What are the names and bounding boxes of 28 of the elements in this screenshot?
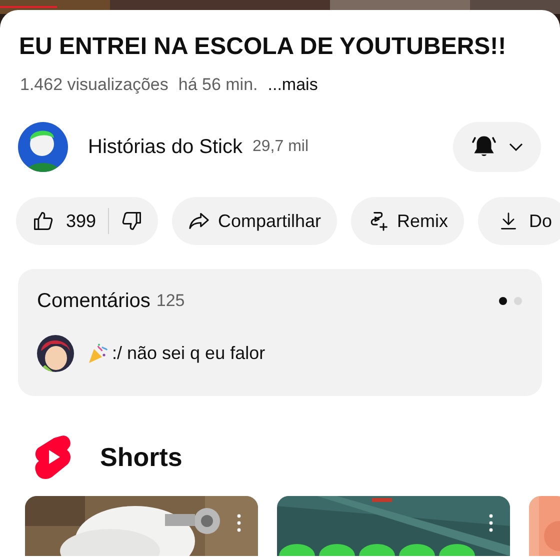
like-count: 399	[66, 210, 96, 232]
more-options-icon[interactable]	[237, 514, 241, 532]
download-icon	[500, 210, 518, 232]
channel-avatar[interactable]	[18, 122, 68, 172]
share-arrow-icon	[188, 211, 210, 231]
like-dislike-button[interactable]: 399	[16, 197, 158, 245]
commenter-avatar	[37, 335, 74, 372]
thumbs-down-icon[interactable]	[121, 210, 144, 232]
subscribed-button[interactable]	[453, 122, 541, 172]
share-button[interactable]: Compartilhar	[172, 197, 338, 245]
view-count: 1.462 visualizações	[20, 74, 168, 96]
more-link[interactable]: ...mais	[268, 74, 318, 96]
comments-card[interactable]: Comentários 125 :/ não sei q eu falor	[18, 269, 542, 396]
shorts-title: Shorts	[100, 441, 182, 474]
channel-name[interactable]: Histórias do Stick	[88, 132, 242, 162]
comment-count: 125	[156, 290, 185, 312]
comment-text: :/ não sei q eu falor	[112, 342, 266, 365]
comments-title: Comentários	[37, 289, 150, 314]
party-popper-icon	[87, 343, 108, 364]
upload-time: há 56 min.	[178, 74, 258, 96]
subscriber-count: 29,7 mil	[252, 137, 309, 157]
more-options-icon[interactable]	[489, 514, 493, 532]
thumbs-up-icon[interactable]	[32, 210, 54, 232]
video-title: EU ENTREI NA ESCOLA DE YOUTUBERS!!	[19, 32, 508, 62]
shorts-logo-icon	[34, 434, 72, 481]
download-button[interactable]: Do	[478, 197, 560, 245]
chevron-down-icon	[509, 143, 523, 151]
remix-button[interactable]: Remix	[351, 197, 464, 245]
